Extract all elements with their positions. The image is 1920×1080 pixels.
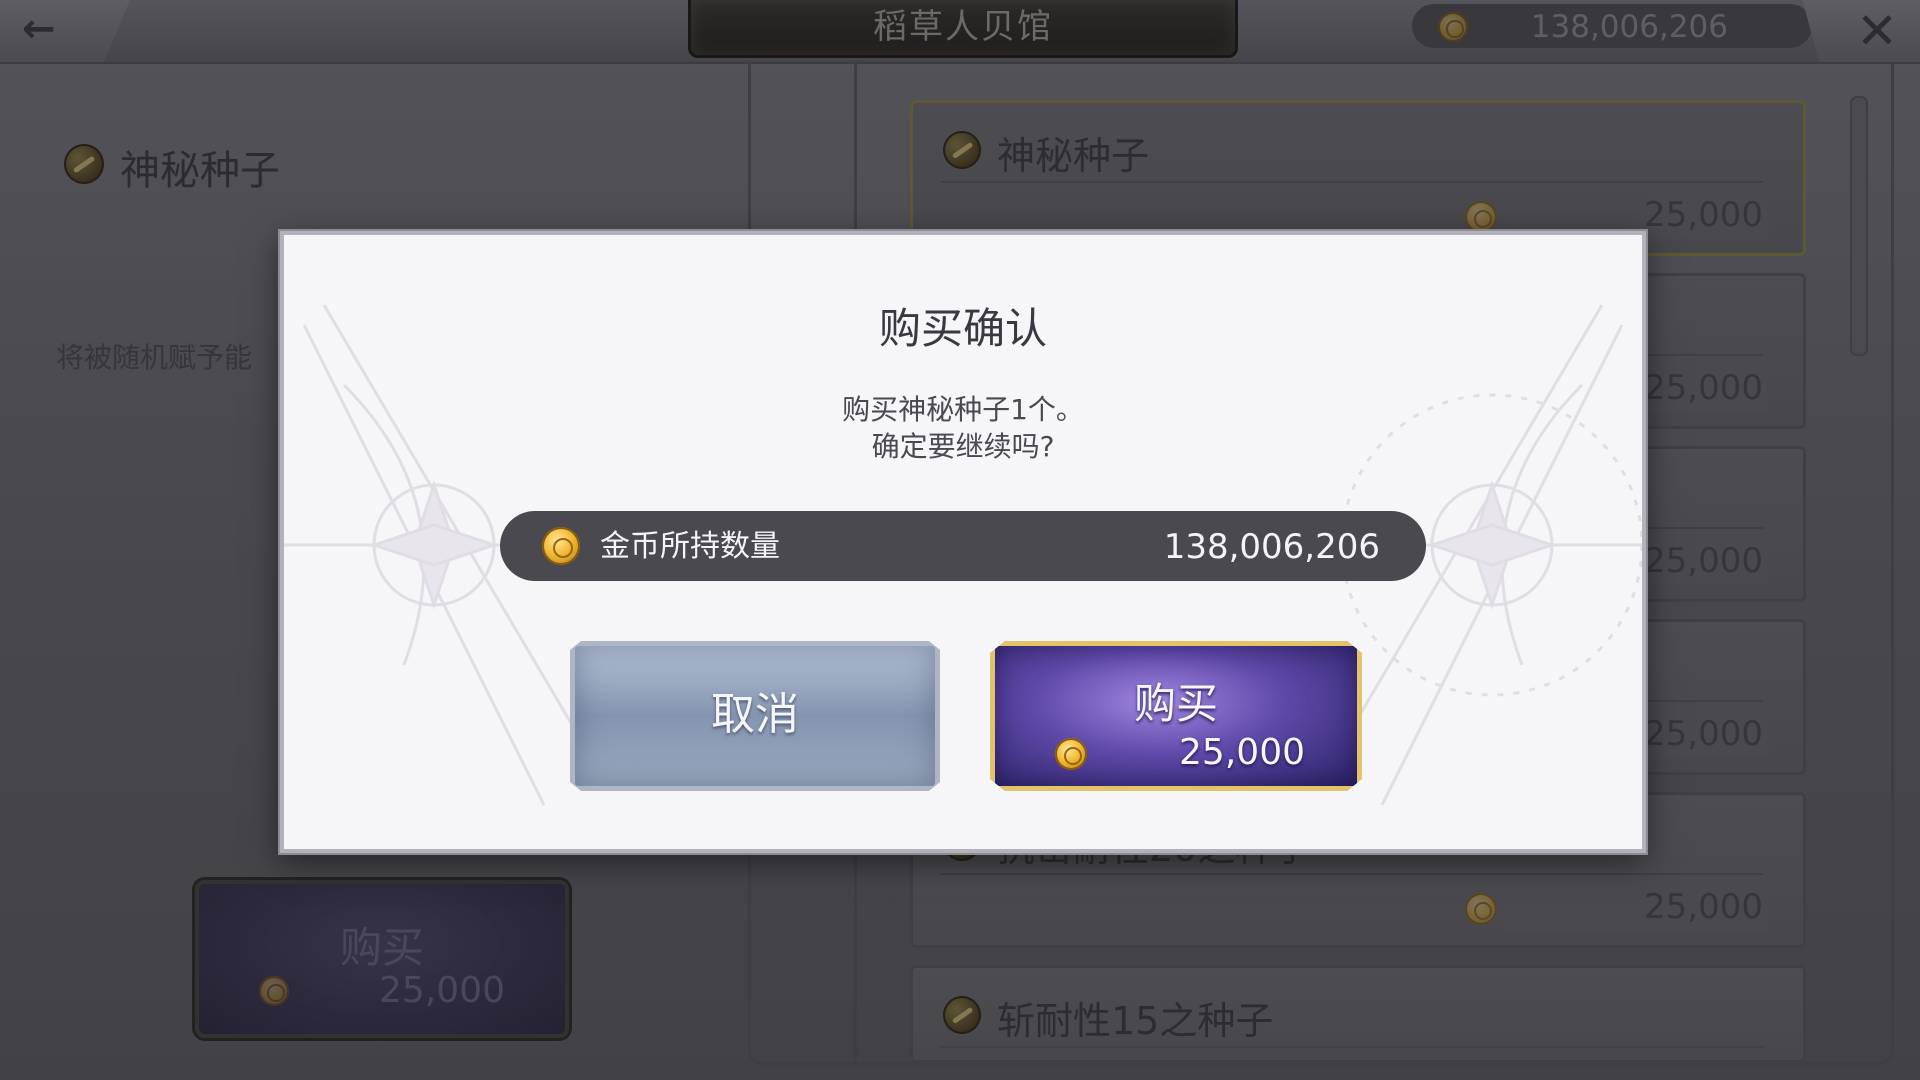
wallet-label: 金币所持数量: [600, 529, 780, 564]
cancel-label: 取消: [711, 689, 799, 740]
dialog-message-line: 购买神秘种子1个。: [842, 393, 1084, 426]
coin-icon: [542, 527, 580, 565]
wallet-bar: 金币所持数量 138,006,206: [500, 511, 1426, 581]
coin-icon: [1055, 738, 1087, 770]
buy-label: 购买: [1133, 679, 1218, 728]
wallet-value: 138,006,206: [1163, 527, 1380, 567]
dialog-message: 购买神秘种子1个。 确定要继续吗?: [284, 391, 1642, 465]
dialog-title: 购买确认: [878, 304, 1047, 353]
cancel-button[interactable]: 取消: [570, 641, 940, 791]
purchase-confirm-dialog: 购买确认 购买神秘种子1个。 确定要继续吗? 金币所持数量 138,006,20…: [280, 231, 1646, 853]
buy-price: 25,000: [1179, 732, 1305, 773]
dialog-message-line: 确定要继续吗?: [871, 430, 1055, 463]
buy-button[interactable]: 购买 25,000: [990, 641, 1362, 791]
